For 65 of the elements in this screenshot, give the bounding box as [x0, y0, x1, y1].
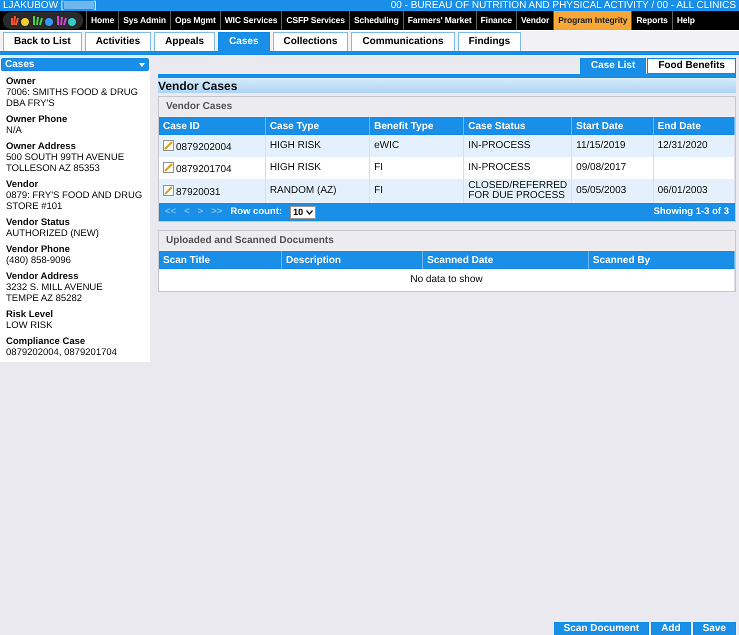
table-cell: 12/31/2020 [653, 135, 734, 157]
caret-icon [139, 62, 145, 66]
page-title: Vendor Cases [158, 74, 736, 93]
showing-text: Showing 1-3 of 3 [654, 204, 729, 219]
field-value: 500 SOUTH 99TH AVENUE TOLLESON AZ 85353 [6, 152, 126, 174]
table-cell: FI [370, 179, 464, 203]
edit-icon[interactable] [163, 186, 176, 198]
edit-icon[interactable] [163, 142, 176, 152]
case-id-text: 0879202004 [176, 142, 232, 152]
table-cell: 11/15/2019 [572, 135, 654, 157]
column-header: Scan Title [159, 251, 282, 269]
field-value: AUTHORIZED (NEW) [6, 228, 100, 239]
bracket-text: ] [94, 0, 96, 11]
field-label: Vendor Status [6, 217, 71, 228]
table-cell: HIGH RISK [265, 135, 370, 157]
field-label: Owner Phone [6, 114, 68, 125]
panel-title: Uploaded and Scanned Documents [159, 231, 735, 251]
tab[interactable]: Appeals [154, 32, 216, 51]
menu-item[interactable]: Program Integrity [553, 11, 632, 30]
empty-message: No data to show [159, 269, 734, 291]
field-value: 3232 S. MILL AVENUE TEMPE AZ 85282 [6, 282, 104, 304]
column-header: Case Status [464, 117, 572, 135]
field-label: Vendor Phone [6, 244, 71, 255]
table-cell: RANDOM (AZ) [265, 179, 370, 203]
agency-text: 00 - BUREAU OF NUTRITION AND PHYSICAL ACTIVITY / 00 - ALL CLINICS [390, 0, 736, 11]
field-label: Owner Address [6, 141, 77, 152]
row-count-select[interactable]: 10 [290, 206, 316, 218]
redacted-link[interactable] [64, 1, 94, 10]
edit-icon[interactable] [163, 164, 176, 174]
table-cell: 05/05/2003 [572, 179, 654, 203]
tab[interactable]: Communications [351, 32, 455, 51]
table-cell: CLOSED/REFERRED FOR DUE PROCESS [464, 179, 572, 203]
field-label: Vendor [6, 179, 40, 190]
user-name: LJAKUBOW [ [3, 0, 64, 11]
table-cell: 06/01/2003 [653, 179, 734, 203]
field-value: 0879202004, 0879201704 [6, 347, 118, 358]
field-value: LOW RISK [6, 320, 54, 331]
column-header: Start Date [572, 117, 654, 135]
chevron-icon [306, 210, 314, 214]
row-count-label: Row count: [230, 204, 282, 219]
case-id-text: 87920031 [176, 186, 220, 198]
column-header: End Date [653, 117, 734, 135]
field-label: Compliance Case [6, 336, 86, 347]
tab[interactable]: Back to List [3, 32, 82, 51]
field-value: N/A [6, 125, 23, 136]
column-header: Scanned Date [422, 251, 588, 269]
column-header: Case Type [265, 117, 370, 135]
panel-title: Vendor Cases [159, 97, 735, 117]
column-header: Benefit Type [370, 117, 464, 135]
field-label: Vendor Address [6, 271, 80, 282]
table-cell: eWIC [370, 135, 464, 157]
tab[interactable]: Findings [458, 32, 522, 51]
field-label: Risk Level [6, 309, 54, 320]
table-cell: IN-PROCESS [464, 135, 572, 157]
view-tab[interactable]: Food Benefits [647, 58, 736, 74]
tab[interactable]: Collections [272, 32, 348, 51]
field-value: (480) 858-9096 [6, 255, 72, 266]
column-header: Description [282, 251, 423, 269]
field-value: 0879: FRY'S FOOD AND DRUG STORE #101 [6, 190, 144, 212]
tab[interactable]: Activities [84, 32, 152, 51]
field-label: Owner [6, 76, 37, 87]
column-header: Case ID [159, 117, 266, 135]
field-value: 7006: SMITHS FOOD & DRUG DBA FRY'S [6, 87, 139, 109]
case-id-text: 0879201704 [176, 164, 232, 174]
column-header: Scanned By [588, 251, 734, 269]
